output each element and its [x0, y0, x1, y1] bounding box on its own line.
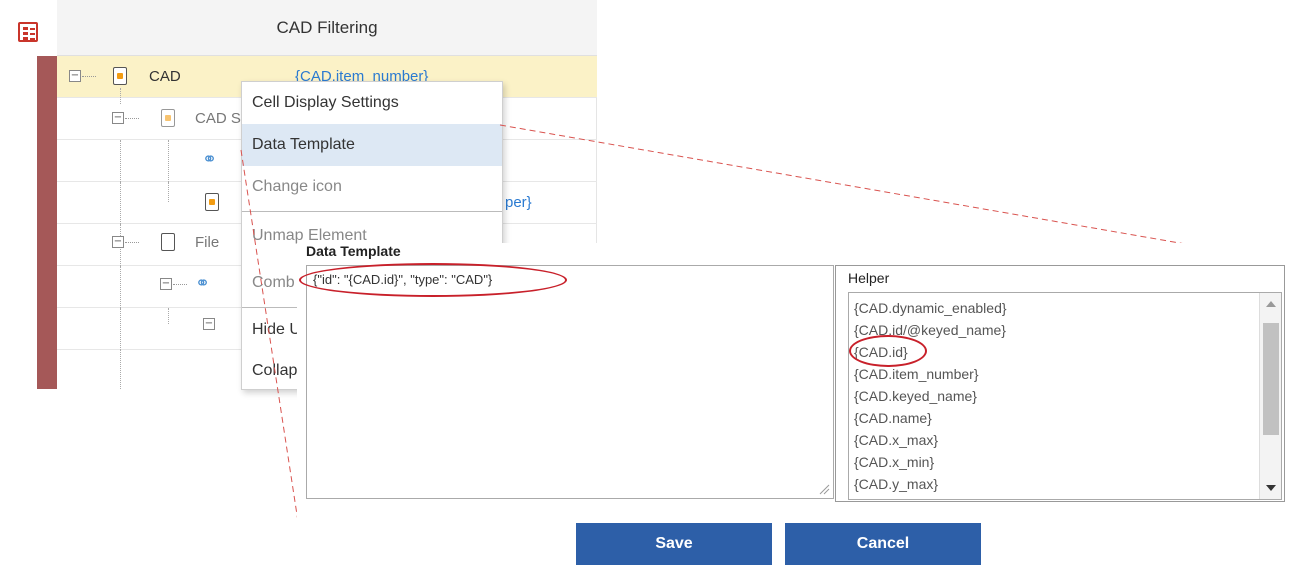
collapse-icon[interactable]: −	[112, 236, 124, 248]
node-label: File	[195, 234, 220, 251]
panel-title: CAD Filtering	[57, 0, 597, 56]
helper-title: Helper	[848, 270, 890, 286]
node-value: per}	[505, 194, 532, 211]
helper-item[interactable]: {CAD.x_min}	[854, 451, 934, 473]
node-label: CAD S	[195, 110, 241, 127]
sidebar-strip	[37, 56, 57, 389]
file-icon	[161, 233, 175, 251]
menu-item-cell-display-settings[interactable]: Cell Display Settings	[242, 82, 502, 124]
menu-item-change-icon[interactable]: Change icon	[242, 166, 502, 208]
node-label: CAD	[149, 68, 181, 85]
helper-scrollbar[interactable]	[1259, 293, 1281, 499]
helper-list[interactable]: {CAD.dynamic_enabled} {CAD.id/@keyed_nam…	[848, 292, 1282, 500]
template-textarea[interactable]: {"id": "{CAD.id}", "type": "CAD"}	[306, 265, 834, 499]
helper-item[interactable]: {CAD.x_max}	[854, 429, 938, 451]
helper-item[interactable]: {CAD.name}	[854, 407, 932, 429]
data-template-dialog: Data Template {"id": "{CAD.id}", "type":…	[297, 243, 1289, 567]
tree-view-icon[interactable]	[18, 22, 38, 42]
save-button[interactable]: Save	[576, 523, 772, 565]
document-icon	[205, 193, 219, 211]
menu-separator	[242, 211, 502, 212]
dialog-title: Data Template	[306, 243, 401, 259]
document-icon	[113, 67, 127, 85]
collapse-icon[interactable]: −	[112, 112, 124, 124]
helper-item[interactable]: {CAD.y_max}	[854, 473, 938, 495]
document-icon	[161, 109, 175, 127]
collapse-icon[interactable]: −	[160, 278, 172, 290]
highlight-circle-template	[299, 263, 567, 297]
link-icon: ⚭	[202, 149, 218, 170]
cancel-button[interactable]: Cancel	[785, 523, 981, 565]
link-icon: ⚭	[195, 273, 211, 294]
collapse-icon[interactable]: −	[203, 318, 215, 330]
scroll-up-icon[interactable]	[1266, 301, 1276, 307]
resize-grip-icon[interactable]	[818, 483, 830, 495]
scroll-down-icon[interactable]	[1266, 485, 1276, 491]
collapse-icon[interactable]: −	[69, 70, 81, 82]
highlight-circle-helper	[849, 335, 927, 367]
helper-item[interactable]: {CAD.keyed_name}	[854, 385, 977, 407]
menu-item-data-template[interactable]: Data Template	[242, 124, 502, 166]
helper-item[interactable]: {CAD.item_number}	[854, 363, 979, 385]
helper-panel: Helper {CAD.dynamic_enabled} {CAD.id/@ke…	[835, 265, 1285, 502]
helper-item[interactable]: {CAD.dynamic_enabled}	[854, 297, 1007, 319]
scroll-thumb[interactable]	[1263, 323, 1279, 435]
